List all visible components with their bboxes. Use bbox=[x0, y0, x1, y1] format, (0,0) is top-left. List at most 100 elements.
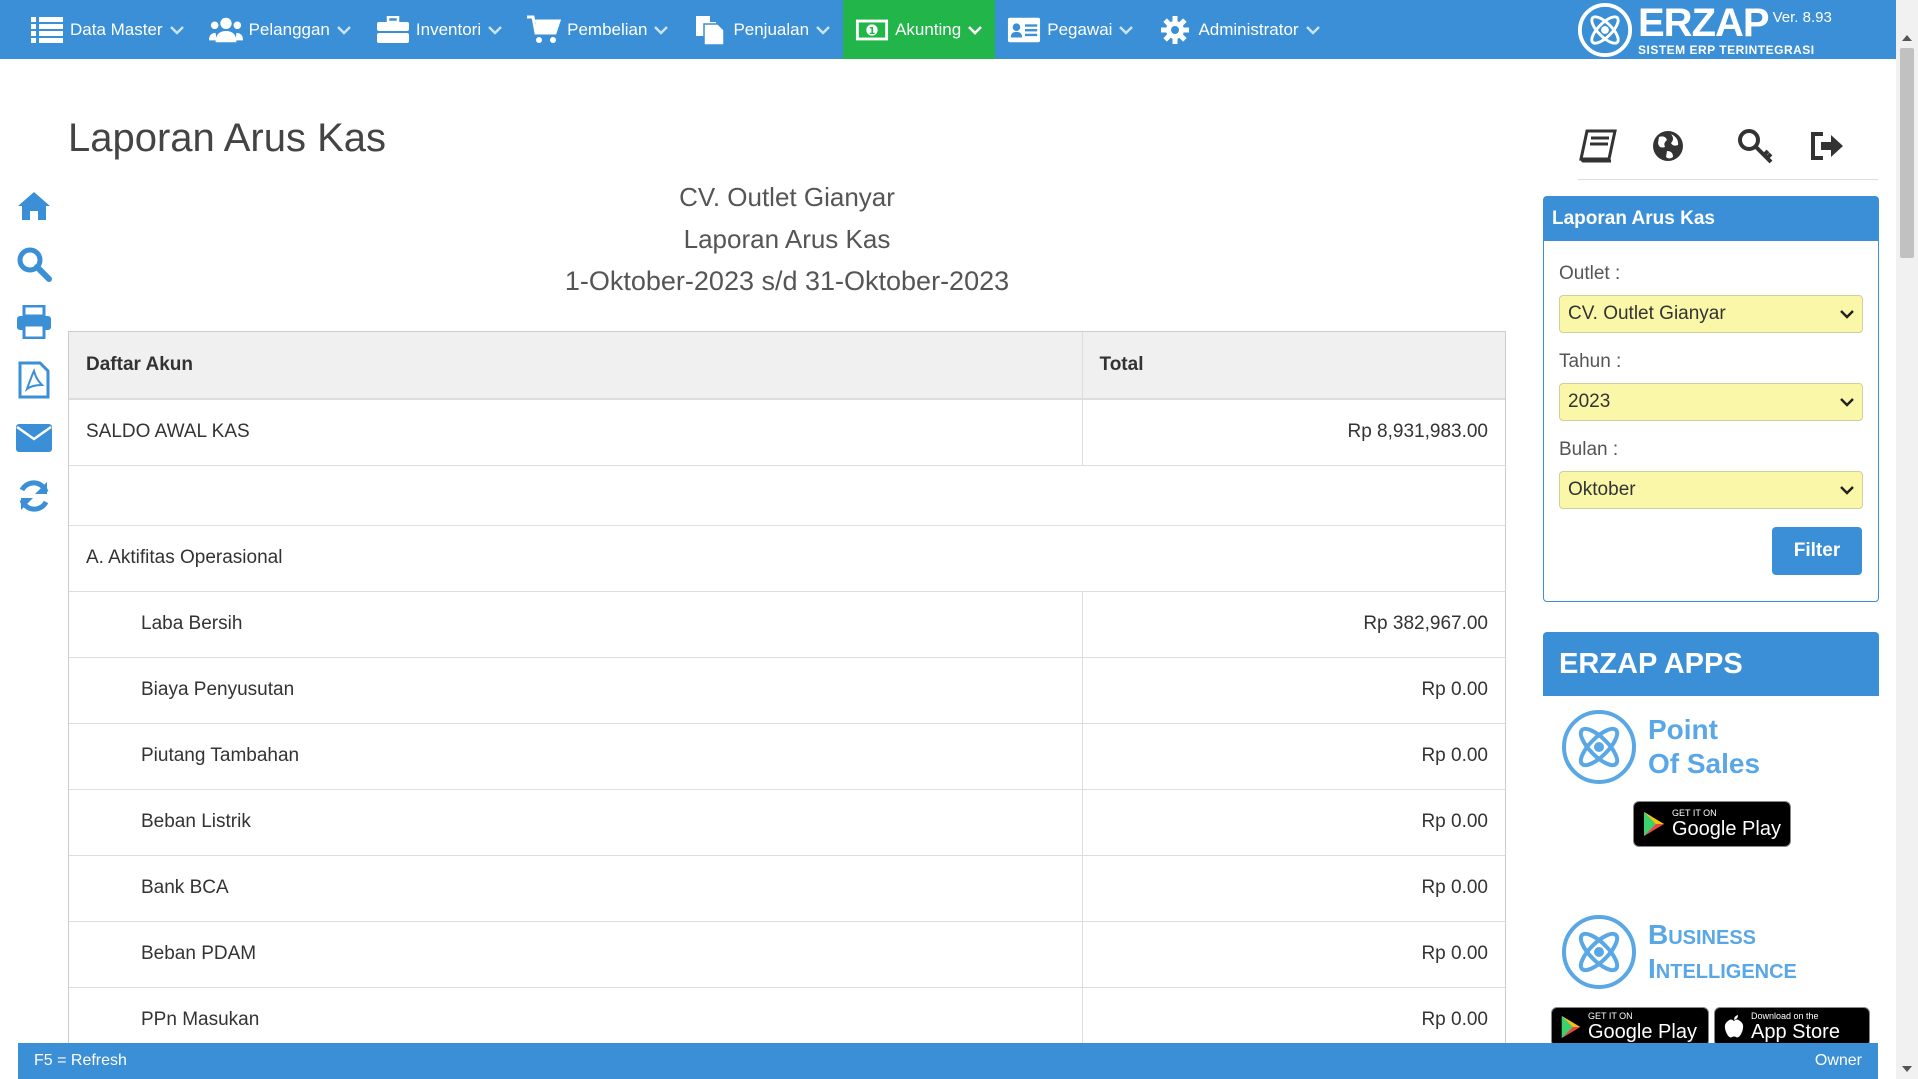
google-play-icon bbox=[1561, 1016, 1581, 1038]
page-scrollbar[interactable] bbox=[1896, 0, 1918, 1079]
bi-title-line1: Business bbox=[1648, 919, 1757, 950]
month-label: Bulan : bbox=[1559, 439, 1619, 460]
page-title: Laporan Arus Kas bbox=[68, 116, 386, 160]
status-footer: F5 = Refresh Owner bbox=[18, 1043, 1878, 1079]
chevron-down-icon bbox=[1840, 398, 1854, 407]
year-label: Tahun : bbox=[1559, 351, 1622, 372]
pos-google-play-button[interactable]: GET IT ON Google Play bbox=[1633, 801, 1791, 847]
nav-label: Penjualan bbox=[733, 19, 810, 39]
pos-title-line2: Of Sales bbox=[1648, 748, 1761, 779]
nav-data-master[interactable]: Data Master bbox=[18, 0, 197, 59]
google-play-small-text: GET IT ON bbox=[1588, 1011, 1633, 1021]
brand-logo[interactable]: ERZAP Ver. 8.93 SISTEM ERP TERINTEGRASI bbox=[1576, 2, 1836, 58]
report-header: CV. Outlet Gianyar Laporan Arus Kas 1-Ok… bbox=[68, 176, 1506, 302]
nav-akunting[interactable]: 1 Akunting bbox=[843, 0, 996, 59]
chevron-down-icon bbox=[816, 25, 830, 35]
table-row: Beban Listrik Rp 0.00 bbox=[69, 789, 1505, 856]
bi-app-title: Business Intelligence bbox=[1648, 918, 1797, 986]
table-row: Laba Bersih Rp 382,967.00 bbox=[69, 591, 1505, 658]
book-icon[interactable] bbox=[1578, 126, 1618, 166]
chevron-down-icon bbox=[654, 25, 669, 35]
filter-button[interactable]: Filter bbox=[1772, 527, 1862, 575]
pos-title-line1: Point bbox=[1648, 714, 1718, 745]
key-icon[interactable] bbox=[1736, 126, 1776, 166]
brand-tagline: SISTEM ERP TERINTEGRASI bbox=[1638, 43, 1815, 57]
nav-label: Akunting bbox=[895, 19, 962, 39]
chevron-down-icon bbox=[488, 25, 502, 35]
section-operational-label: A. Aktifitas Operasional bbox=[69, 525, 1505, 592]
table-row: Piutang Tambahan Rp 0.00 bbox=[69, 723, 1505, 790]
report-name: Laporan Arus Kas bbox=[683, 224, 891, 254]
nav-menu: Data Master Pelanggan Inventori Pembelia… bbox=[0, 0, 1333, 59]
email-icon[interactable] bbox=[14, 418, 54, 458]
chevron-down-icon bbox=[169, 25, 184, 35]
year-select[interactable]: 2023 bbox=[1559, 383, 1863, 421]
nav-label: Pegawai bbox=[1047, 19, 1113, 39]
nav-pembelian[interactable]: Pembelian bbox=[515, 0, 681, 59]
chevron-down-icon bbox=[1119, 25, 1134, 35]
scroll-thumb[interactable] bbox=[1900, 48, 1914, 258]
filter-panel-title: Laporan Arus Kas bbox=[1544, 197, 1878, 241]
nav-label: Pembelian bbox=[567, 19, 648, 39]
brand-text: ERZAP Ver. 8.93 SISTEM ERP TERINTEGRASI bbox=[1638, 3, 1832, 57]
globe-icon[interactable] bbox=[1648, 126, 1688, 166]
google-play-big-text: Google Play bbox=[1672, 818, 1781, 840]
scroll-up-arrow-icon[interactable] bbox=[1896, 28, 1918, 48]
chevron-down-icon bbox=[968, 25, 983, 35]
pos-app-logo-icon bbox=[1562, 710, 1636, 784]
print-icon[interactable] bbox=[14, 302, 54, 342]
google-play-icon bbox=[1644, 812, 1664, 836]
pos-app-promo[interactable]: Point Of Sales bbox=[1560, 708, 1760, 786]
account-value: Rp 0.00 bbox=[1081, 789, 1505, 856]
column-header-account: Daftar Akun bbox=[69, 332, 1082, 400]
nav-pelanggan[interactable]: Pelanggan bbox=[197, 0, 364, 59]
refresh-icon[interactable] bbox=[14, 476, 54, 516]
account-value: Rp 0.00 bbox=[1081, 855, 1505, 922]
account-label: Laba Bersih bbox=[69, 591, 1082, 658]
account-value: Rp 0.00 bbox=[1081, 921, 1505, 988]
table-row: PPn Masukan Rp 0.00 bbox=[69, 987, 1505, 1043]
table-header-row: Daftar Akun Total bbox=[69, 332, 1505, 400]
home-icon[interactable] bbox=[14, 186, 54, 226]
cashflow-table: Daftar Akun Total SALDO AWAL KAS Rp 8,93… bbox=[69, 332, 1505, 1043]
bi-google-play-button[interactable]: GET IT ON Google Play bbox=[1551, 1007, 1709, 1047]
search-icon[interactable] bbox=[14, 244, 54, 284]
brand-version: Ver. 8.93 bbox=[1772, 9, 1832, 26]
scroll-down-arrow-icon[interactable] bbox=[1896, 1059, 1918, 1079]
gear-icon bbox=[1158, 15, 1192, 45]
logout-icon[interactable] bbox=[1808, 126, 1848, 166]
month-select[interactable]: Oktober bbox=[1559, 471, 1863, 509]
money-icon: 1 bbox=[855, 15, 889, 45]
briefcase-icon bbox=[376, 15, 410, 45]
bi-app-promo[interactable]: Business Intelligence bbox=[1560, 913, 1797, 991]
nav-administrator[interactable]: Administrator bbox=[1146, 0, 1332, 59]
account-label: Beban PDAM bbox=[69, 921, 1082, 988]
filter-panel-body: Outlet : CV. Outlet Gianyar Tahun : 2023… bbox=[1544, 241, 1878, 509]
filter-panel: Laporan Arus Kas Outlet : CV. Outlet Gia… bbox=[1543, 196, 1879, 602]
cashflow-table-container[interactable]: Daftar Akun Total SALDO AWAL KAS Rp 8,93… bbox=[68, 331, 1506, 1043]
nav-inventori[interactable]: Inventori bbox=[364, 0, 515, 59]
nav-penjualan[interactable]: Penjualan bbox=[681, 0, 843, 59]
account-value: Rp 382,967.00 bbox=[1081, 591, 1505, 658]
svg-text:1: 1 bbox=[869, 25, 876, 36]
pdf-icon[interactable] bbox=[14, 360, 54, 400]
chevron-down-icon bbox=[1305, 25, 1320, 35]
nav-label: Inventori bbox=[415, 19, 482, 39]
account-label: Beban Listrik bbox=[69, 789, 1082, 856]
opening-balance-value: Rp 8,931,983.00 bbox=[1081, 399, 1505, 466]
chevron-down-icon bbox=[1840, 310, 1854, 319]
brand-name: ERZAP bbox=[1638, 1, 1770, 45]
nav-pegawai[interactable]: Pegawai bbox=[995, 0, 1146, 59]
table-row: Biaya Penyusutan Rp 0.00 bbox=[69, 657, 1505, 724]
pos-app-title: Point Of Sales bbox=[1648, 713, 1760, 781]
nav-label: Pelanggan bbox=[248, 19, 330, 39]
outlet-select[interactable]: CV. Outlet Gianyar bbox=[1559, 295, 1863, 333]
users-icon bbox=[208, 15, 243, 45]
cart-icon bbox=[527, 15, 562, 45]
account-label: Biaya Penyusutan bbox=[69, 657, 1082, 724]
account-value: Rp 0.00 bbox=[1081, 987, 1505, 1043]
bi-app-store-button[interactable]: Download on the App Store bbox=[1714, 1007, 1870, 1047]
nav-label: Data Master bbox=[70, 19, 163, 39]
bi-title-line2: Intelligence bbox=[1648, 953, 1797, 984]
app-store-small-text: Download on the bbox=[1751, 1011, 1819, 1021]
